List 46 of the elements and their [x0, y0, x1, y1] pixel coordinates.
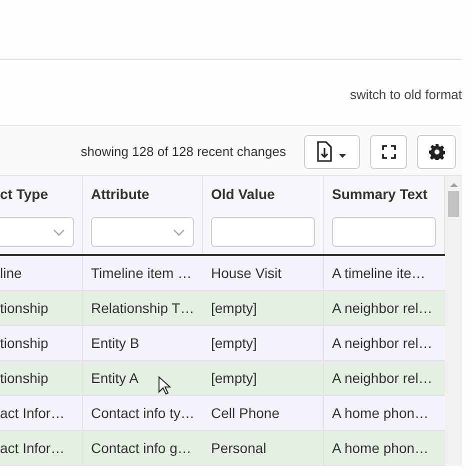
record-count-text: showing 128 of 128 recent changes [80, 142, 286, 161]
scrollbar[interactable] [445, 176, 462, 466]
table-cell: Entity B [83, 326, 203, 361]
chevron-down-icon [53, 228, 65, 236]
table-cell: A neighbor rel… [324, 361, 445, 396]
settings-icon [428, 144, 444, 160]
table-cell: tionship [0, 291, 83, 326]
export-button[interactable] [304, 134, 360, 168]
table-cell: Contact info ty… [83, 396, 203, 431]
table-cell: [empty] [203, 326, 324, 361]
table-cell: Timeline item … [83, 256, 203, 291]
table-cell: act Infor… [0, 396, 83, 431]
filter-input[interactable] [211, 217, 315, 247]
fullscreen-button[interactable] [370, 134, 407, 168]
column-header: Attribute [91, 185, 150, 204]
fullscreen-icon [382, 144, 396, 158]
scrollbar-thumb[interactable] [448, 191, 459, 217]
column-header: Old Value [211, 185, 276, 204]
mouse-cursor-icon [158, 376, 171, 395]
table-cell: A timeline ite… [324, 256, 445, 291]
filter-input[interactable] [332, 217, 436, 247]
table-cell: A home phon… [324, 396, 445, 431]
table-cell: tionship [0, 326, 83, 361]
table-cell: tionship [0, 361, 83, 396]
switch-format-link[interactable]: switch to old format [350, 84, 462, 104]
table-cell: A home phon… [324, 431, 445, 466]
scroll-up-icon[interactable] [450, 182, 458, 187]
chevron-down-icon [173, 228, 185, 236]
table-cell: Relationship T… [83, 291, 203, 326]
table-cell: [empty] [203, 361, 324, 396]
filter-dropdown[interactable] [91, 217, 194, 247]
column-header: ct Type [0, 185, 49, 204]
file-download-icon [315, 140, 349, 162]
table-cell: Personal [203, 431, 324, 466]
table-cell: Cell Phone [203, 396, 324, 431]
table-cell: Entity A [83, 361, 203, 396]
settings-button[interactable] [417, 134, 456, 168]
column-header: Summary Text [332, 185, 428, 204]
table-cell: A neighbor rel… [324, 326, 445, 361]
table-cell: A neighbor rel… [324, 291, 445, 326]
table-cell: House Visit [203, 256, 324, 291]
table-cell: [empty] [203, 291, 324, 326]
filter-dropdown[interactable] [0, 217, 74, 247]
table-cell: act Infor… [0, 431, 83, 466]
table-cell: line [0, 256, 83, 291]
table-cell: Contact info g… [83, 431, 203, 466]
